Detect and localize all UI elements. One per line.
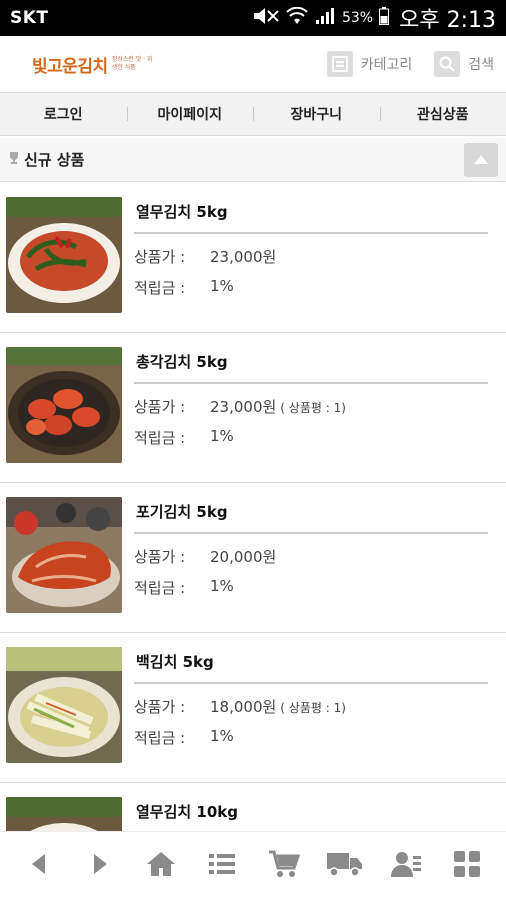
points-value: 1% [210,577,234,595]
points-value: 1% [210,427,234,445]
my-account-icon [391,850,422,882]
product-image[interactable] [6,347,122,463]
product-image[interactable] [6,647,122,763]
logo-tagline: 정성스런 맛 · 위생한 식품 [111,56,153,71]
menu-button[interactable] [200,844,244,888]
category-label: 카테고리 [360,57,413,73]
bottom-toolbar [0,831,506,900]
carrier-label: SKT [10,8,49,28]
my-account-button[interactable] [384,844,428,888]
nav-login[interactable]: 로그인 [0,104,127,124]
grid-icon [454,851,481,881]
category-button[interactable]: 카테고리 [326,51,413,77]
product-item[interactable]: 총각김치 5kg 상품가 : 23,000원( 상품평 : 1) 적립금 : 1… [0,333,506,483]
battery-percent: 53% [341,10,374,26]
search-button[interactable]: 검색 [434,51,494,77]
product-list: 열무김치 5kg 상품가 : 23,000원 적립금 : 1% 총각김치 5kg… [0,183,506,831]
price-amount: 18,000원 [210,698,277,716]
site-header: 빛고운김치 정성스런 맛 · 위생한 식품 카테고리 검색 [0,36,506,92]
logo[interactable]: 빛고운김치 정성스런 맛 · 위생한 식품 [32,52,156,77]
nav-cart[interactable]: 장바구니 [253,104,380,124]
mute-icon [252,7,280,29]
more-button[interactable] [445,844,489,888]
main-nav: 로그인 마이페이지 장바구니 관심상품 [0,92,506,136]
points-row: 적립금 : 1% [134,727,488,748]
product-item[interactable]: 백김치 5kg 상품가 : 18,000원( 상품평 : 1) 적립금 : 1% [0,633,506,783]
wifi-icon [286,6,308,29]
price-label: 상품가 : [134,548,186,566]
product-name[interactable]: 열무김치 5kg [134,197,488,234]
price-value: 23,000원 [210,248,277,266]
review-count[interactable]: ( 상품평 : 1) [280,701,346,715]
status-bar: SKT 53% 오후 2:13 [0,0,506,36]
points-row: 적립금 : 1% [134,277,488,298]
back-button[interactable] [17,844,61,888]
cart-button[interactable] [262,844,306,888]
points-label: 적립금 : [134,579,186,597]
home-icon [146,851,176,881]
price-row: 상품가 : 23,000원 [134,246,488,267]
review-count[interactable]: ( 상품평 : 1) [280,401,346,415]
category-icon [326,51,353,77]
search-label: 검색 [468,57,494,73]
scroll-top-button[interactable] [464,142,498,177]
price-label: 상품가 : [134,698,186,716]
price-value: 23,000원( 상품평 : 1) [210,396,346,417]
price-row: 상품가 : 23,000원( 상품평 : 1) [134,396,488,417]
product-name[interactable]: 총각김치 5kg [134,347,488,384]
product-item[interactable]: 포기김치 5kg 상품가 : 20,000원 적립금 : 1% [0,483,506,633]
price-amount: 23,000원 [210,398,277,416]
home-button[interactable] [139,844,183,888]
price-value: 18,000원( 상품평 : 1) [210,696,346,717]
points-label: 적립금 : [134,729,186,747]
product-name[interactable]: 열무김치 10kg [134,797,488,831]
delivery-truck-icon [326,851,363,881]
product-item[interactable]: 열무김치 10kg [0,783,506,831]
points-row: 적립금 : 1% [134,577,488,598]
section-title: 신규 상품 [24,151,85,169]
points-label: 적립금 : [134,429,186,447]
points-row: 적립금 : 1% [134,427,488,448]
delivery-button[interactable] [323,844,367,888]
logo-text: 빛고운김치 [32,56,108,77]
trophy-icon [8,150,20,169]
product-item[interactable]: 열무김치 5kg 상품가 : 23,000원 적립금 : 1% [0,183,506,333]
clock: 오후 2:13 [399,8,496,33]
battery-icon [379,7,390,29]
product-name[interactable]: 포기김치 5kg [134,497,488,534]
points-value: 1% [210,277,234,295]
product-name[interactable]: 백김치 5kg [134,647,488,684]
search-icon [434,51,461,77]
price-row: 상품가 : 18,000원( 상품평 : 1) [134,696,488,717]
product-image[interactable] [6,197,122,313]
forward-button[interactable] [78,844,122,888]
nav-wishlist[interactable]: 관심상품 [379,104,506,124]
product-image[interactable] [6,497,122,613]
price-row: 상품가 : 20,000원 [134,546,488,567]
price-label: 상품가 : [134,398,186,416]
back-icon [29,853,49,879]
signal-icon [314,7,336,29]
price-value: 20,000원 [210,548,277,566]
menu-list-icon [209,853,236,879]
forward-icon [90,853,110,879]
nav-mypage[interactable]: 마이페이지 [126,104,254,124]
chevron-up-icon [473,150,489,169]
points-value: 1% [210,727,234,745]
cart-icon [268,850,300,882]
section-header: 신규 상품 [0,138,506,182]
product-image[interactable] [6,797,122,831]
price-label: 상품가 : [134,248,186,266]
points-label: 적립금 : [134,279,186,297]
